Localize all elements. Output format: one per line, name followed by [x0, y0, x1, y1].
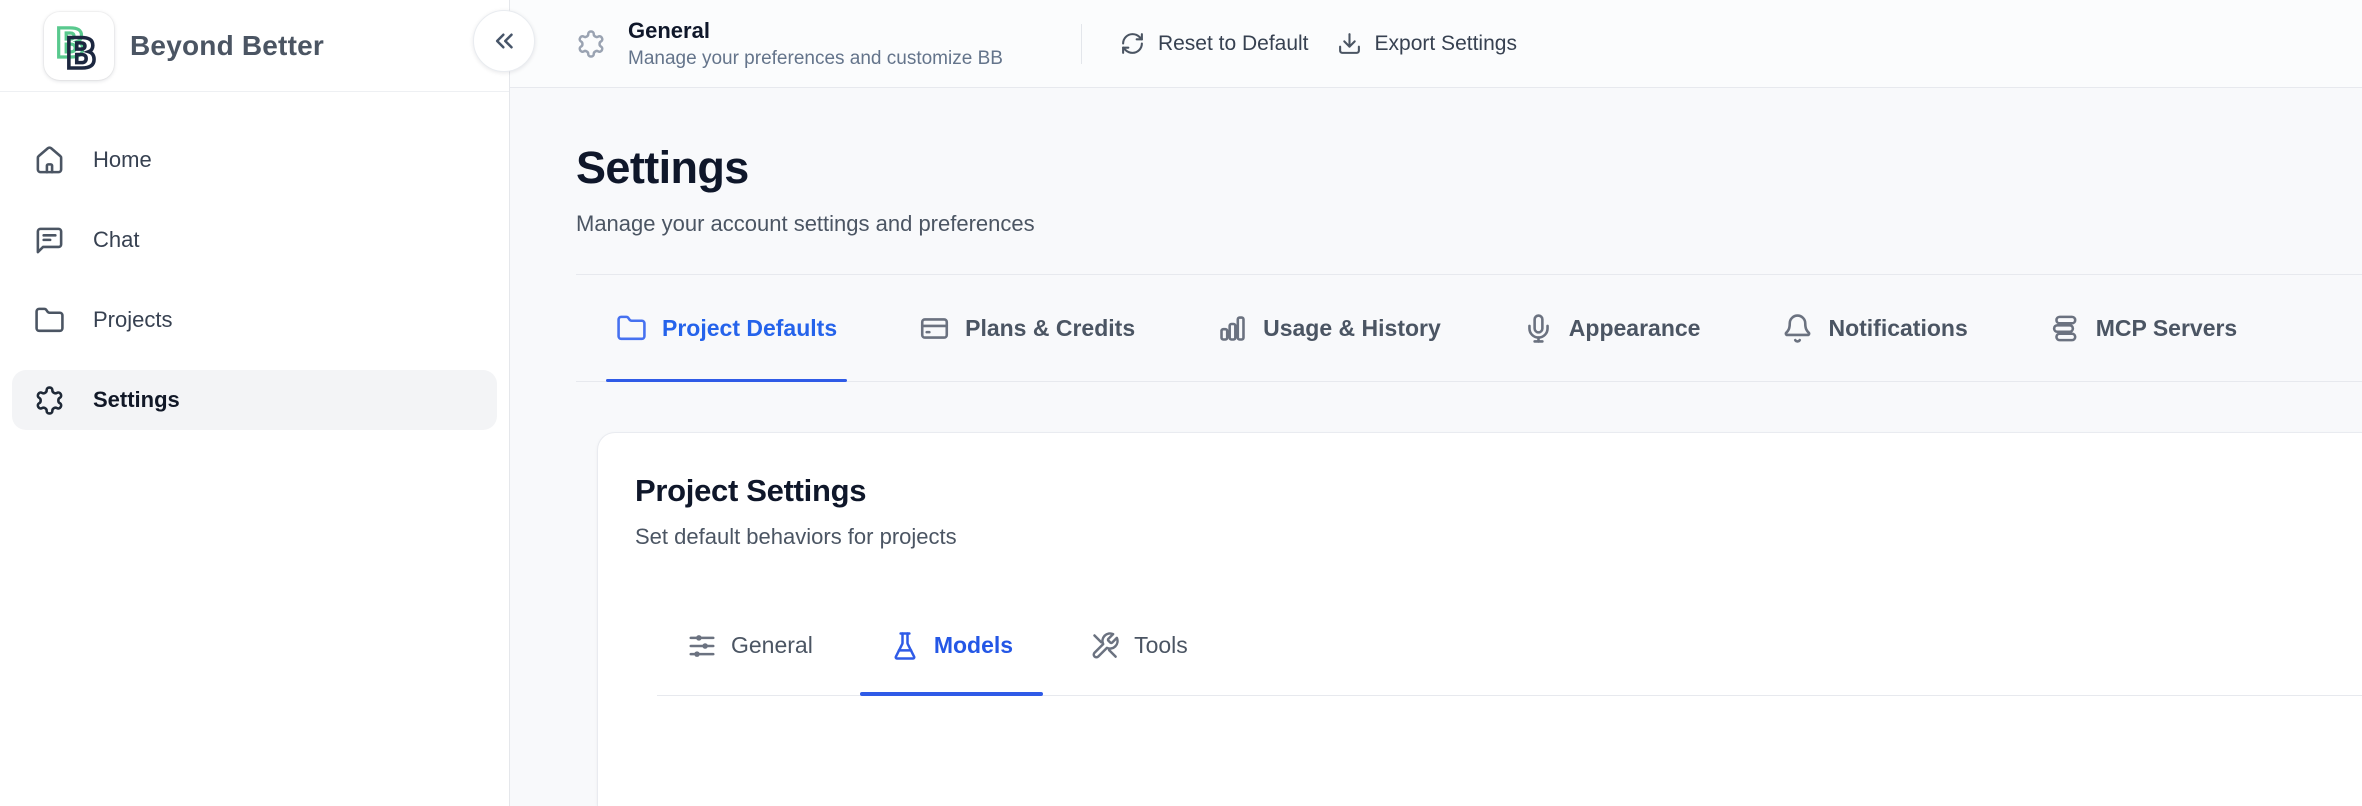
- svg-text:B: B: [65, 29, 97, 75]
- header-divider: [1081, 24, 1082, 64]
- tab-label: Plans & Credits: [965, 315, 1135, 342]
- sidebar-item-label: Chat: [93, 227, 139, 253]
- tab-mcp-servers[interactable]: MCP Servers: [2040, 275, 2248, 381]
- gear-icon: [34, 385, 65, 416]
- settings-tab-bar: Project Defaults Plans & Credits Usage &…: [576, 275, 2362, 382]
- sidebar-item-home[interactable]: Home: [12, 130, 497, 190]
- tab-usage-history[interactable]: Usage & History: [1207, 275, 1451, 381]
- sidebar-item-label: Home: [93, 147, 152, 173]
- sidebar-header: B B Beyond Better: [0, 0, 509, 92]
- project-settings-tab-bar: General Models Tools: [657, 596, 2362, 696]
- card-title: Project Settings: [635, 473, 2362, 509]
- page-subtitle: Manage your account settings and prefere…: [576, 211, 2362, 237]
- tab-label: Usage & History: [1263, 315, 1441, 342]
- tab-label: Notifications: [1828, 315, 1967, 342]
- server-stack-icon: [2050, 313, 2081, 344]
- refresh-icon: [1120, 31, 1145, 56]
- subtab-tools[interactable]: Tools: [1060, 596, 1218, 695]
- app-logo[interactable]: B B: [44, 12, 114, 80]
- reset-to-default-label: Reset to Default: [1158, 32, 1309, 56]
- double-chevron-left-icon: [489, 26, 519, 56]
- folder-icon: [34, 305, 65, 336]
- tab-notifications[interactable]: Notifications: [1772, 275, 1977, 381]
- subtab-models[interactable]: Models: [860, 596, 1043, 695]
- main-area: General Manage your preferences and cust…: [510, 0, 2362, 806]
- subtab-general[interactable]: General: [657, 596, 843, 695]
- bar-chart-icon: [1217, 313, 1248, 344]
- sidebar-item-settings[interactable]: Settings: [12, 370, 497, 430]
- settings-page: Settings Manage your account settings an…: [510, 88, 2362, 806]
- subtab-label: Tools: [1134, 632, 1188, 659]
- subtab-label: General: [731, 632, 813, 659]
- folder-icon: [616, 313, 647, 344]
- beyond-better-logo-icon: B B: [50, 17, 108, 75]
- sidebar-item-label: Settings: [93, 387, 180, 413]
- sidebar-nav: Home Chat Projects Settings: [0, 92, 509, 468]
- subtab-label: Models: [934, 632, 1013, 659]
- tab-plans-credits[interactable]: Plans & Credits: [909, 275, 1145, 381]
- house-icon: [34, 145, 65, 176]
- header-title: General: [628, 18, 1003, 44]
- card-subtitle: Set default behaviors for projects: [635, 524, 2362, 550]
- tab-project-defaults[interactable]: Project Defaults: [606, 275, 847, 381]
- sliders-icon: [687, 631, 717, 661]
- sidebar-collapse-button[interactable]: [473, 10, 535, 72]
- export-settings-button[interactable]: Export Settings: [1323, 21, 1531, 66]
- flask-icon: [890, 631, 920, 661]
- project-settings-card: Project Settings Set default behaviors f…: [597, 432, 2362, 806]
- credit-card-icon: [919, 313, 950, 344]
- page-title: Settings: [576, 142, 2362, 194]
- bell-icon: [1782, 313, 1813, 344]
- download-icon: [1337, 31, 1362, 56]
- gear-icon: [576, 29, 606, 59]
- reset-to-default-button[interactable]: Reset to Default: [1106, 21, 1323, 66]
- microphone-icon: [1523, 313, 1554, 344]
- sidebar-item-projects[interactable]: Projects: [12, 290, 497, 350]
- tools-icon: [1090, 631, 1120, 661]
- sidebar-item-chat[interactable]: Chat: [12, 210, 497, 270]
- tab-label: Project Defaults: [662, 315, 837, 342]
- page-header: General Manage your preferences and cust…: [510, 0, 2362, 88]
- sidebar-item-label: Projects: [93, 307, 172, 333]
- tab-appearance[interactable]: Appearance: [1513, 275, 1711, 381]
- header-title-block: General Manage your preferences and cust…: [576, 18, 1003, 70]
- export-settings-label: Export Settings: [1375, 32, 1517, 56]
- sidebar: B B Beyond Better Home Chat Projects: [0, 0, 510, 806]
- brand-name: Beyond Better: [130, 30, 324, 62]
- header-subtitle: Manage your preferences and customize BB: [628, 48, 1003, 70]
- tab-label: Appearance: [1569, 315, 1701, 342]
- chat-bubble-icon: [34, 225, 65, 256]
- tab-label: MCP Servers: [2096, 315, 2238, 342]
